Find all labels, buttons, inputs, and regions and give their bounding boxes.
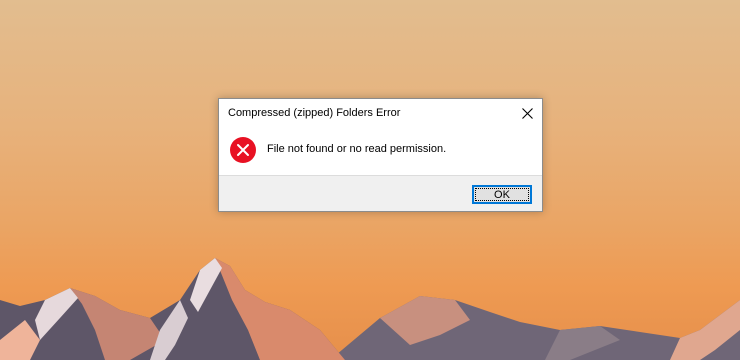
close-button[interactable] [512, 99, 542, 127]
dialog-titlebar[interactable]: Compressed (zipped) Folders Error [219, 99, 542, 129]
error-message: File not found or no read permission. [267, 143, 447, 155]
ok-button[interactable]: OK [472, 185, 532, 204]
dialog-content: File not found or no read permission. [219, 129, 542, 175]
error-dialog: Compressed (zipped) Folders Error File n… [218, 98, 543, 212]
dialog-title: Compressed (zipped) Folders Error [228, 107, 401, 119]
close-icon [521, 107, 533, 119]
dialog-footer: OK [219, 175, 542, 211]
ok-button-label: OK [494, 188, 510, 201]
error-icon [230, 137, 256, 163]
